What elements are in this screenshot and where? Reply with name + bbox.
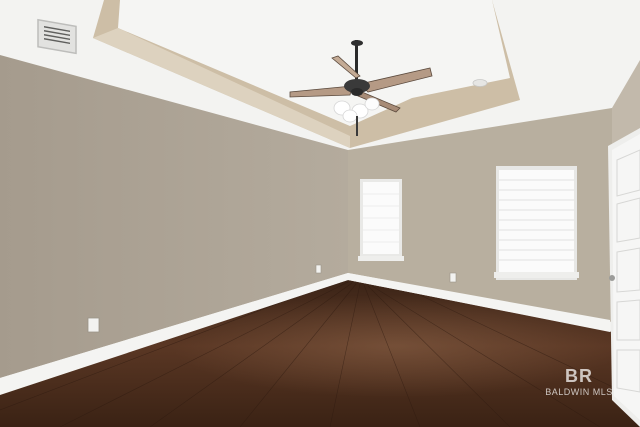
outlet-icon	[315, 264, 322, 274]
door-knob-icon	[609, 275, 615, 281]
room-illustration	[0, 0, 640, 427]
outlet-icon	[449, 272, 457, 283]
watermark-text: BALDWIN MLS	[545, 387, 613, 397]
smoke-detector-icon	[472, 79, 488, 87]
room-photo: BR BALDWIN MLS	[0, 0, 640, 427]
watermark-logo: BR	[565, 366, 593, 386]
outlet-icon	[87, 317, 100, 333]
hvac-vent-icon	[37, 18, 77, 55]
window-right	[494, 166, 579, 280]
mls-watermark: BR BALDWIN MLS	[538, 366, 620, 398]
window-left	[358, 179, 404, 261]
